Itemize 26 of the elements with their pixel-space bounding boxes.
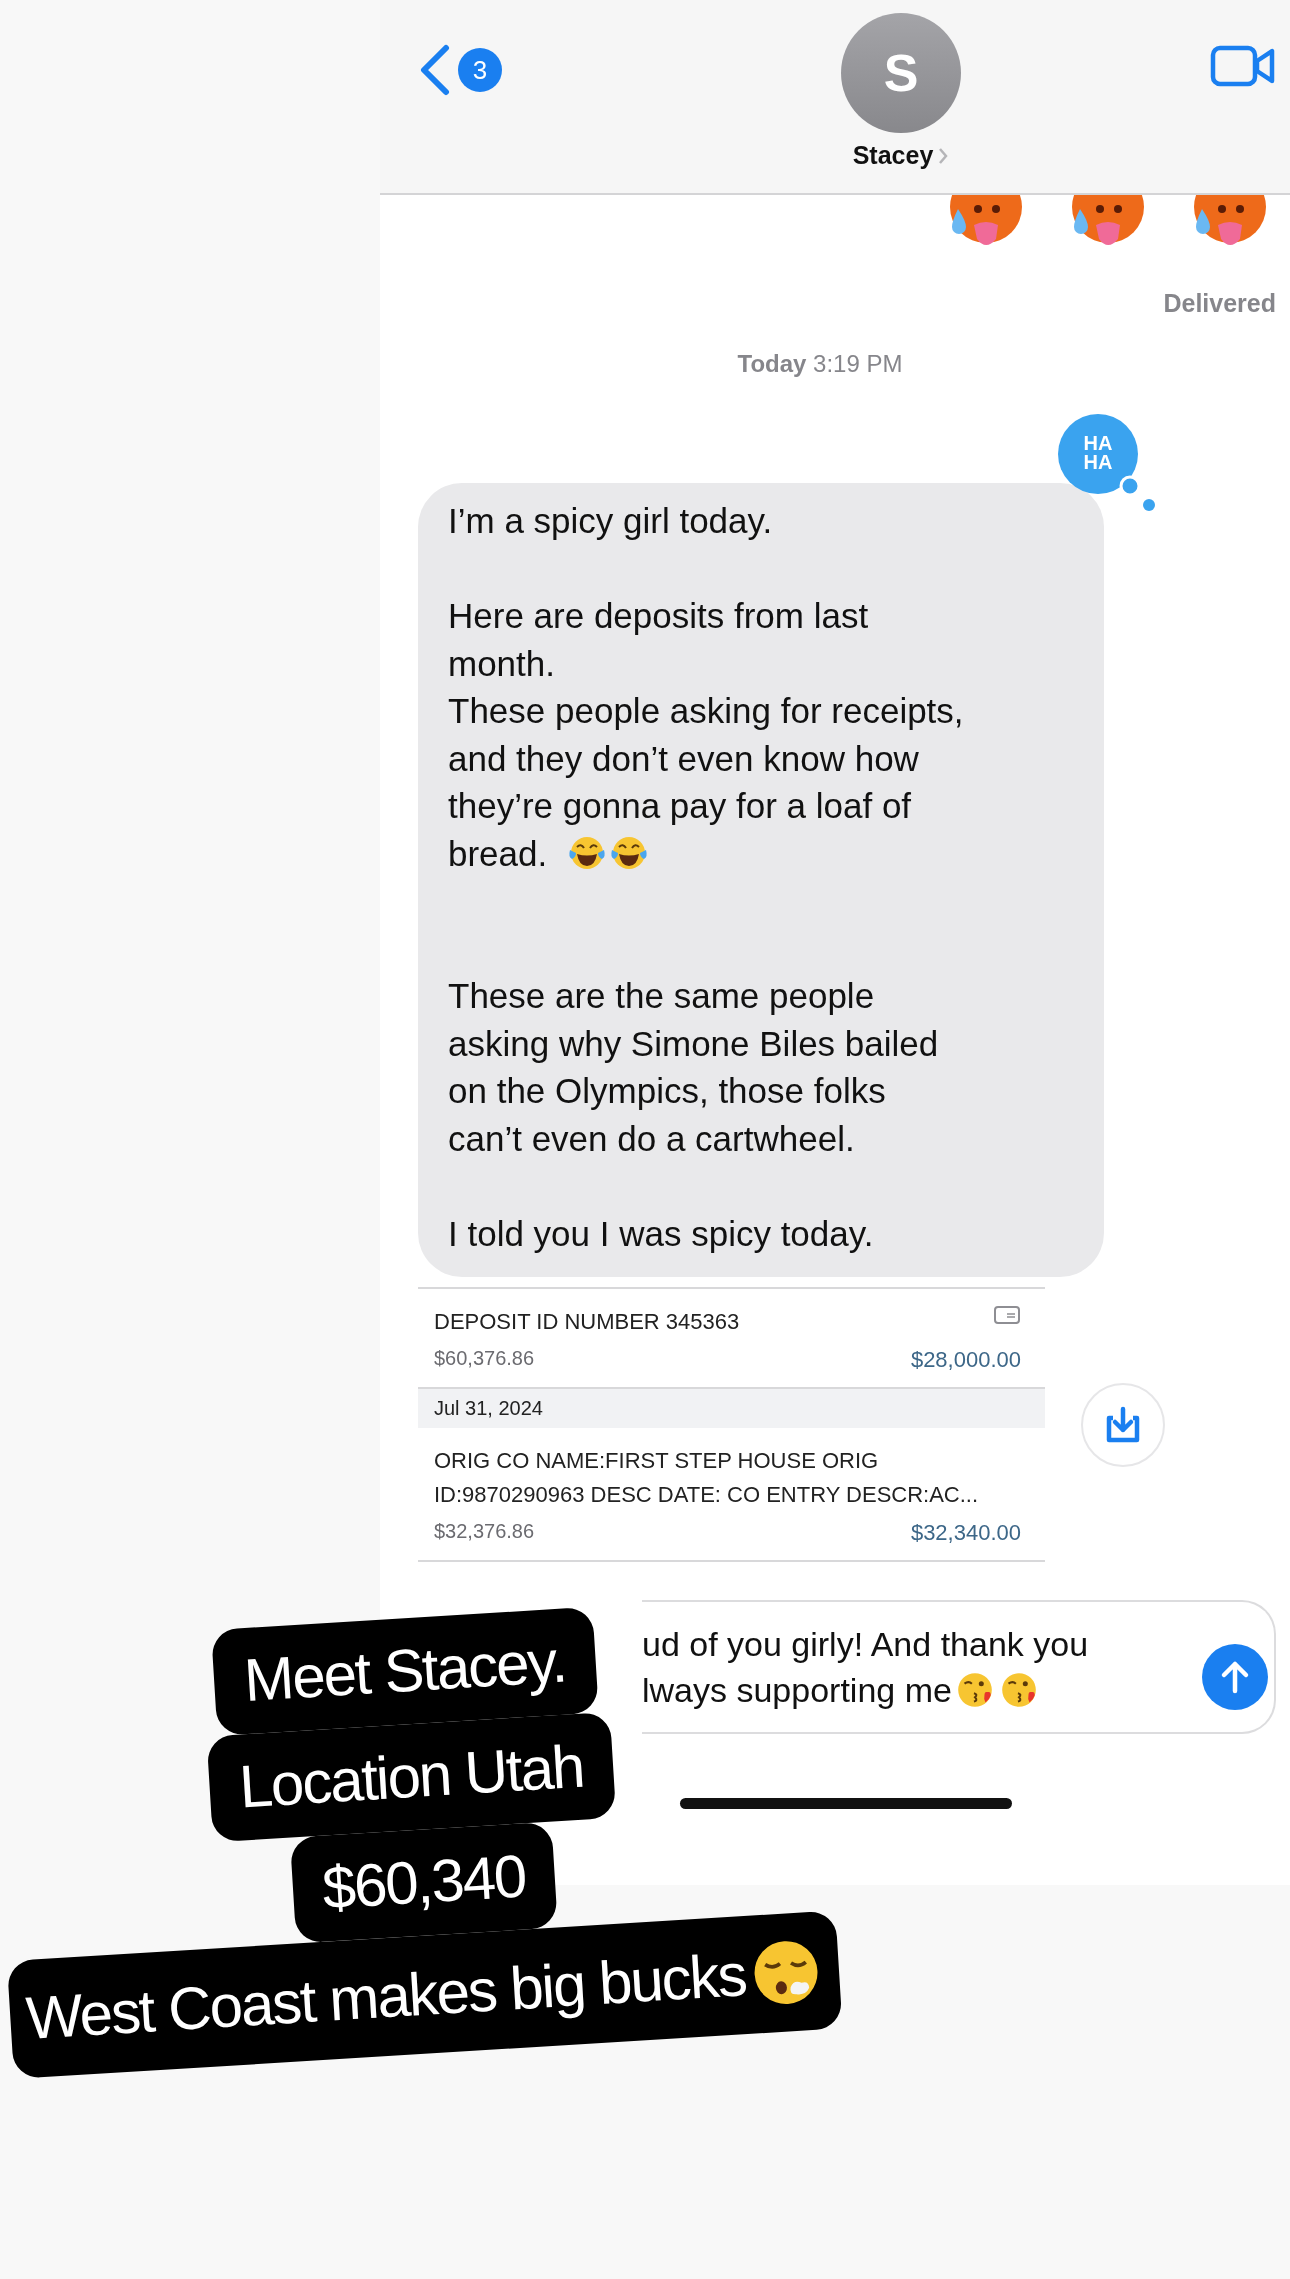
unread-badge: 3 [458,48,502,92]
date-header: Jul 31, 2024 [434,1397,543,1419]
message-timestamp: Today 3:19 PM [737,350,903,378]
back-button[interactable]: 3 [418,44,502,96]
deposit-amount: $28,000.00 [910,1347,1021,1373]
caption-text: Location Utah [236,1731,586,1823]
contact-name[interactable]: Stacey [852,141,934,170]
message-text: bread. [448,832,548,875]
caption-text: $60,340 [319,1841,528,1924]
transaction-description: ORIG CO NAME:FIRST STEP HOUSE ORIG ID:9870290963 DESC DATE: CO ENTRY DESCR:AC... [434,1447,979,1509]
balance-amount: $60,376.86 [434,1347,535,1371]
statement-card[interactable]: DEPOSIT ID NUMBER 345363 $60,376.86 $28,000.00 Jul 31, 2024 ORIG CO NAME:FIRST STEP HOUSE ORIG ID:9870290963 DESC DATE: CO ENTRY DESCR:AC... $32,376.86 $32,340.00 [418,1287,1045,1562]
typed-message: lways supporting me [642,1670,952,1711]
typed-message: ud of you girly! And thank you [642,1624,1089,1665]
message-text: These are the same people asking why Simone Biles bailed on the Olympics, those folks can’t even do a cartwheel. I told you I was spicy today. [448,975,940,1255]
video-call-icon[interactable] [1210,45,1276,87]
message-input-field[interactable]: ud of you girly! And thank you lways supporting me [642,1600,1276,1734]
balance-amount: $32,376.86 [434,1520,535,1544]
transaction-description: DEPOSIT ID NUMBER 345363 [434,1308,740,1336]
caption-text: Meet Stacey. [241,1626,569,1717]
caption-text: West Coast makes big bucks [23,1940,749,2054]
arrow-up-icon [1220,1659,1250,1695]
download-icon [1105,1405,1141,1444]
deposit-amount: $32,340.00 [910,1520,1021,1546]
delivered-status: Delivered [1163,289,1276,318]
back-icon [418,44,452,96]
